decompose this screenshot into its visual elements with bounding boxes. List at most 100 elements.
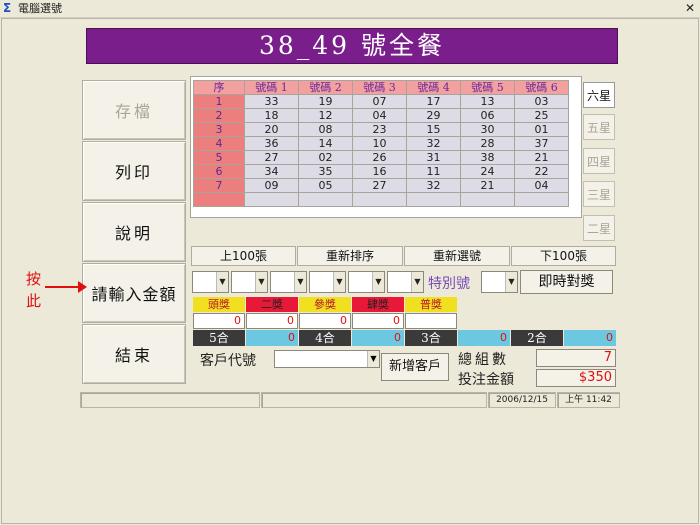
column-header[interactable]: 序: [193, 80, 245, 95]
prev-100-button[interactable]: 上100張: [191, 246, 296, 266]
status-date: 2006/12/15: [488, 392, 556, 408]
resort-button[interactable]: 重新排序: [297, 246, 403, 266]
table-row[interactable]: 4 36 14 10 32 28 37: [193, 136, 569, 151]
number-cell: 31: [406, 150, 461, 165]
row-index: 6: [193, 164, 245, 179]
table-row[interactable]: 1 33 19 07 17 13 03: [193, 94, 569, 109]
number-cell: 26: [352, 150, 407, 165]
number-cell: 20: [244, 122, 299, 137]
table-row[interactable]: 3 20 08 23 15 30 01: [193, 122, 569, 137]
prize-label-4: 肆獎: [352, 297, 404, 312]
table-row[interactable]: [193, 192, 569, 207]
hit-value-3: 0: [458, 330, 510, 346]
table-row[interactable]: 6 34 35 16 11 24 22: [193, 164, 569, 179]
chevron-down-icon: ▼: [255, 272, 267, 292]
number-cell: 19: [298, 94, 353, 109]
app-icon: Σ: [3, 1, 12, 15]
status-panel-1: [80, 392, 260, 408]
number-cell: 04: [514, 178, 569, 193]
tab-two-star[interactable]: 二星: [583, 215, 615, 241]
chevron-down-icon: ▼: [294, 272, 306, 292]
number-cell: 21: [514, 150, 569, 165]
number-cell: 15: [406, 122, 461, 137]
row-index: 7: [193, 178, 245, 193]
prize-value-1: 0: [193, 313, 245, 329]
chevron-down-icon: ▼: [367, 351, 379, 367]
chevron-down-icon: ▼: [411, 272, 423, 292]
number-cell: 34: [244, 164, 299, 179]
number-cell: 35: [298, 164, 353, 179]
print-button[interactable]: 列印: [82, 141, 186, 201]
hit-label-4: 4合: [299, 330, 351, 346]
number-select-1[interactable]: ▼: [192, 271, 229, 293]
special-number-label: 特別號: [428, 276, 470, 292]
number-cell: 27: [352, 178, 407, 193]
bet-amount-value: $350: [536, 369, 616, 387]
enter-amount-button[interactable]: 請輸入金額: [82, 263, 186, 323]
number-cell: 14: [298, 136, 353, 151]
next-100-button[interactable]: 下100張: [511, 246, 616, 266]
arrowhead-icon: [78, 281, 87, 293]
prize-value-4: 0: [352, 313, 404, 329]
number-cell: 18: [244, 108, 299, 123]
number-cell: 21: [460, 178, 515, 193]
table-header-row: 序 號碼 1 號碼 2 號碼 3 號碼 4 號碼 5 號碼 6: [193, 80, 569, 95]
number-select-6[interactable]: ▼: [387, 271, 424, 293]
number-cell: 32: [406, 136, 461, 151]
bet-amount-label: 投注金額: [458, 372, 514, 388]
instant-check-button[interactable]: 即時對獎: [520, 270, 613, 294]
chevron-down-icon: ▼: [216, 272, 228, 292]
column-header[interactable]: 號碼 4: [406, 80, 461, 95]
number-select-4[interactable]: ▼: [309, 271, 346, 293]
arrow-icon: [45, 286, 81, 288]
number-select-2[interactable]: ▼: [231, 271, 268, 293]
table-row[interactable]: 7 09 05 27 32 21 04: [193, 178, 569, 193]
row-index: 3: [193, 122, 245, 137]
tab-three-star[interactable]: 三星: [583, 181, 615, 207]
number-select-5[interactable]: ▼: [348, 271, 385, 293]
table-row[interactable]: 5 27 02 26 31 38 21: [193, 150, 569, 165]
prize-label-5: 普獎: [405, 297, 457, 312]
number-select-3[interactable]: ▼: [270, 271, 307, 293]
prize-value-2: 0: [246, 313, 298, 329]
number-cell: 33: [244, 94, 299, 109]
number-cell: [406, 192, 461, 207]
tab-four-star[interactable]: 四星: [583, 148, 615, 174]
number-cell: 11: [406, 164, 461, 179]
tab-six-star[interactable]: 六星: [583, 82, 615, 108]
reselect-button[interactable]: 重新選號: [404, 246, 510, 266]
customer-code-select[interactable]: ▼: [274, 350, 380, 368]
exit-button[interactable]: 結束: [82, 324, 186, 384]
prize-label-1: 頭獎: [193, 297, 245, 312]
prize-value-3: 0: [299, 313, 351, 329]
column-header[interactable]: 號碼 2: [298, 80, 353, 95]
special-number-select[interactable]: ▼: [481, 271, 518, 293]
close-icon[interactable]: ✕: [682, 1, 698, 15]
number-cell: 23: [352, 122, 407, 137]
row-index: 1: [193, 94, 245, 109]
number-cell: 29: [406, 108, 461, 123]
number-cell: [352, 192, 407, 207]
prize-label-2: 二獎: [246, 297, 298, 312]
number-cell: 30: [460, 122, 515, 137]
table-row[interactable]: 2 18 12 04 29 06 25: [193, 108, 569, 123]
status-panel-2: [261, 392, 487, 408]
number-cell: 36: [244, 136, 299, 151]
number-cell: 28: [460, 136, 515, 151]
number-cell: 25: [514, 108, 569, 123]
column-header[interactable]: 號碼 3: [352, 80, 407, 95]
row-index: 4: [193, 136, 245, 151]
prize-label-3: 參獎: [299, 297, 351, 312]
column-header[interactable]: 號碼 6: [514, 80, 569, 95]
help-button[interactable]: 說明: [82, 202, 186, 262]
number-cell: 08: [298, 122, 353, 137]
number-cell: 13: [460, 94, 515, 109]
save-button[interactable]: 存檔: [82, 80, 186, 140]
tab-five-star[interactable]: 五星: [583, 114, 615, 140]
add-customer-button[interactable]: 新增客戶: [381, 353, 449, 381]
hit-label-3: 3合: [405, 330, 457, 346]
column-header[interactable]: 號碼 5: [460, 80, 515, 95]
number-cell: 03: [514, 94, 569, 109]
hit-value-5: 0: [246, 330, 298, 346]
column-header[interactable]: 號碼 1: [244, 80, 299, 95]
